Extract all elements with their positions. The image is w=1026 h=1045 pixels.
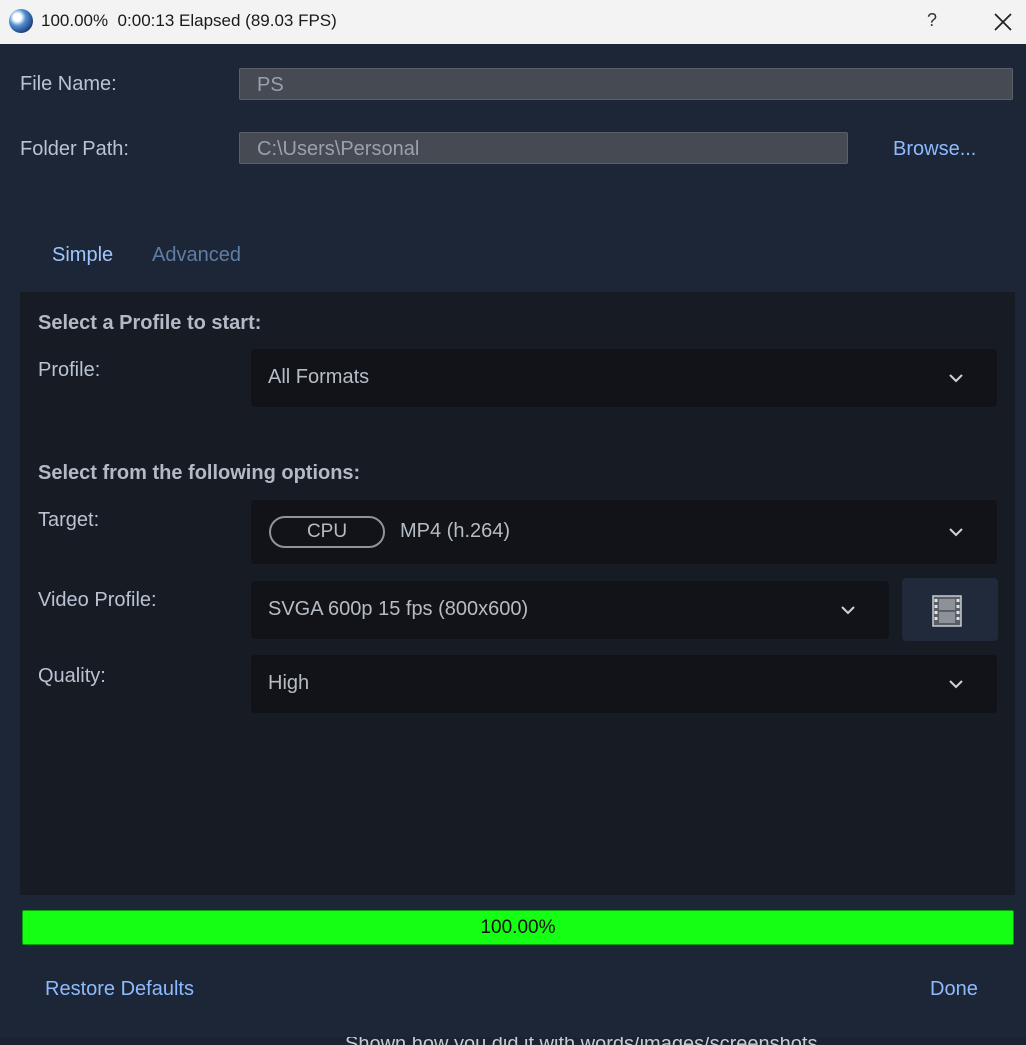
help-button[interactable]: ? <box>927 10 937 31</box>
video-profile-label: Video Profile: <box>38 589 157 611</box>
browse-button[interactable]: Browse... <box>893 138 976 161</box>
target-value: MP4 (h.264) <box>400 520 511 542</box>
quality-value: High <box>268 672 310 694</box>
done-button[interactable]: Done <box>930 978 978 1001</box>
profile-section-heading: Select a Profile to start: <box>38 312 262 334</box>
file-name-input[interactable]: PS <box>239 68 1013 100</box>
export-progress-bar: 100.00% <box>22 910 1014 945</box>
app-logo-icon <box>9 9 33 33</box>
close-button[interactable] <box>991 8 1015 34</box>
chevron-down-icon <box>841 606 855 615</box>
chevron-down-icon <box>949 374 963 383</box>
folder-path-input[interactable]: C:\Users\Personal <box>239 132 848 164</box>
window-title: 100.00% 0:00:13 Elapsed (89.03 FPS) <box>41 11 337 30</box>
restore-defaults-button[interactable]: Restore Defaults <box>45 978 194 1001</box>
tab-simple[interactable]: Simple <box>52 244 113 267</box>
folder-path-label: Folder Path: <box>20 138 129 160</box>
file-name-label: File Name: <box>20 73 117 95</box>
profile-dropdown[interactable]: All Formats <box>251 349 997 407</box>
quality-dropdown[interactable]: High <box>251 655 997 713</box>
target-dropdown[interactable]: CPU MP4 (h.264) <box>251 500 997 564</box>
film-strip-icon <box>932 595 962 627</box>
background-text: Shown how you did it with words/images/s… <box>345 1037 817 1045</box>
chevron-down-icon <box>949 528 963 537</box>
profile-value: All Formats <box>268 366 370 388</box>
background-window-strip: Shown how you did it with words/images/s… <box>0 1037 1026 1045</box>
cpu-badge: CPU <box>269 516 385 548</box>
video-profile-value: SVGA 600p 15 fps (800x600) <box>268 598 529 620</box>
video-profile-dropdown[interactable]: SVGA 600p 15 fps (800x600) <box>251 581 889 639</box>
video-settings-button[interactable] <box>902 578 998 641</box>
quality-label: Quality: <box>38 665 106 687</box>
tab-advanced[interactable]: Advanced <box>152 244 241 267</box>
target-label: Target: <box>38 509 100 531</box>
chevron-down-icon <box>949 680 963 689</box>
close-icon <box>994 13 1012 31</box>
profile-label: Profile: <box>38 359 101 381</box>
options-section-heading: Select from the following options: <box>38 462 361 484</box>
title-bar: 100.00% 0:00:13 Elapsed (89.03 FPS) ? <box>0 0 1026 44</box>
